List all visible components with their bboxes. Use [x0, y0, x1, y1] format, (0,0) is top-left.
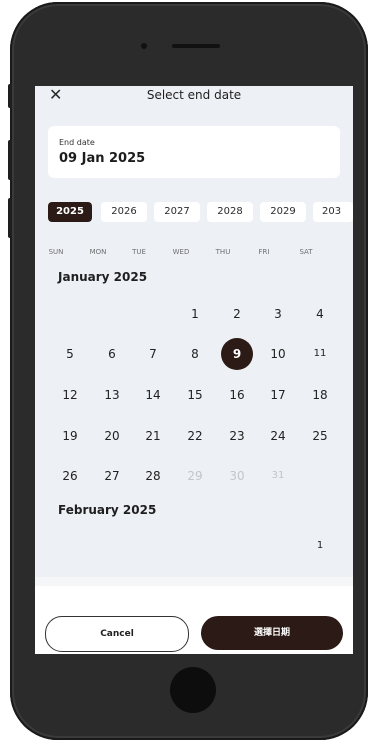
day-jan-21[interactable]: 21	[137, 420, 169, 452]
home-button[interactable]	[170, 667, 216, 713]
year-chip-2027[interactable]: 2027	[154, 202, 200, 222]
day-jan-11[interactable]: 11	[304, 338, 336, 370]
day-jan-17[interactable]: 17	[262, 379, 294, 411]
page-title: Select end date	[146, 88, 242, 102]
end-date-field[interactable]: End date 09 Jan 2025	[48, 126, 340, 178]
year-chip-2025[interactable]: 2025	[48, 202, 92, 222]
weekday-tue: TUE	[132, 248, 146, 256]
day-jan-2[interactable]: 2	[221, 298, 253, 330]
end-date-value: 09 Jan 2025	[59, 151, 146, 166]
weekday-header: SUN MON TUE WED THU FRI SAT	[48, 248, 340, 258]
day-jan-30-disabled: 30	[229, 469, 245, 483]
day-jan-3[interactable]: 3	[262, 298, 294, 330]
day-jan-9-selected[interactable]: 9	[221, 338, 253, 370]
day-jan-5[interactable]: 5	[54, 338, 86, 370]
day-jan-14[interactable]: 14	[137, 379, 169, 411]
day-jan-16[interactable]: 16	[221, 379, 253, 411]
month-title-february: February 2025	[58, 503, 157, 517]
cancel-button[interactable]: Cancel	[45, 616, 189, 652]
weekday-mon: MON	[89, 248, 107, 256]
select-date-button[interactable]: 選擇日期	[201, 616, 343, 650]
weekday-sat: SAT	[299, 248, 313, 256]
day-jan-6[interactable]: 6	[96, 338, 128, 370]
weekday-sun: SUN	[48, 248, 64, 256]
day-jan-15[interactable]: 15	[179, 379, 211, 411]
day-jan-29-disabled: 29	[187, 469, 203, 483]
weekday-fri: FRI	[258, 248, 270, 256]
day-jan-24[interactable]: 24	[262, 420, 294, 452]
day-jan-19[interactable]: 19	[54, 420, 86, 452]
date-picker-screen: ✕ Select end date End date 09 Jan 2025 2…	[35, 86, 353, 654]
day-jan-27[interactable]: 27	[96, 460, 128, 492]
day-jan-26[interactable]: 26	[54, 460, 86, 492]
weekday-wed: WED	[172, 248, 190, 256]
front-camera	[141, 43, 147, 49]
day-jan-23[interactable]: 23	[221, 420, 253, 452]
day-jan-31-disabled: 31	[271, 470, 285, 481]
earpiece-speaker	[172, 44, 220, 48]
day-jan-18[interactable]: 18	[304, 379, 336, 411]
year-chip-2028[interactable]: 2028	[207, 202, 253, 222]
day-jan-8[interactable]: 8	[179, 338, 211, 370]
volume-down-button	[8, 198, 12, 238]
day-jan-13[interactable]: 13	[96, 379, 128, 411]
volume-up-button	[8, 140, 12, 180]
day-jan-22[interactable]: 22	[179, 420, 211, 452]
mute-switch	[8, 84, 12, 108]
day-feb-1[interactable]: 1	[304, 530, 336, 562]
day-jan-20[interactable]: 20	[96, 420, 128, 452]
year-chip-2026[interactable]: 2026	[101, 202, 147, 222]
day-jan-7[interactable]: 7	[137, 338, 169, 370]
end-date-label: End date	[59, 138, 95, 147]
day-jan-25[interactable]: 25	[304, 420, 336, 452]
day-jan-4[interactable]: 4	[304, 298, 336, 330]
month-title-january: January 2025	[58, 270, 148, 284]
year-chip-2030[interactable]: 203	[313, 202, 353, 222]
weekday-thu: THU	[215, 248, 231, 256]
top-bar: ✕ Select end date	[35, 86, 353, 108]
year-selector: 2025 2026 2027 2028 2029 203	[48, 202, 353, 222]
day-jan-28[interactable]: 28	[137, 460, 169, 492]
day-jan-10[interactable]: 10	[262, 338, 294, 370]
year-chip-2029[interactable]: 2029	[260, 202, 306, 222]
day-jan-1[interactable]: 1	[179, 298, 211, 330]
day-jan-12[interactable]: 12	[54, 379, 86, 411]
divider	[35, 577, 353, 586]
